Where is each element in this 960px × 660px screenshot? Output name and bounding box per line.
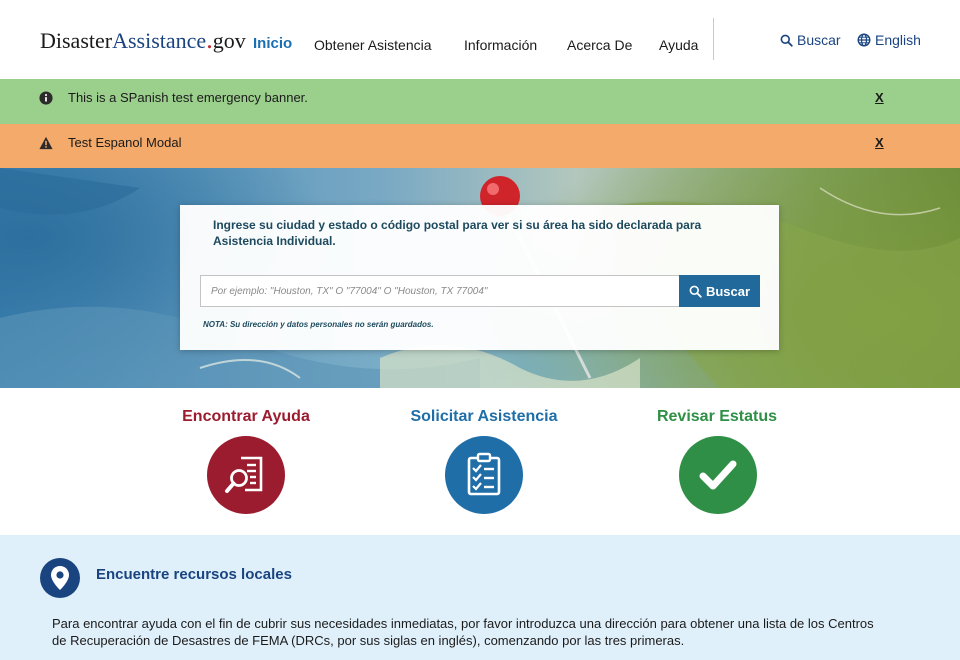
emergency-banner-close-button[interactable]: X — [875, 90, 884, 105]
nav-inicio[interactable]: Inicio — [253, 35, 292, 53]
clipboard-checklist-icon — [467, 452, 501, 496]
header-search-link[interactable]: Buscar — [780, 31, 841, 49]
address-search-input[interactable] — [200, 275, 680, 307]
quick-link-solicitar-asistencia[interactable]: Solicitar Asistencia — [374, 407, 594, 427]
magnifier-document-icon — [225, 456, 263, 493]
logo-text-gov: gov — [212, 28, 246, 53]
disaster-search-prompt: Ingrese su ciudad y estado o código post… — [213, 218, 702, 248]
nav-acerca-de[interactable]: Acerca De — [567, 36, 632, 54]
nav-obtener-asistencia[interactable]: Obtener Asistencia — [314, 36, 432, 54]
local-resources-section: Encuentre recursos locales Para encontra… — [0, 535, 960, 660]
logo-text-disaster: Disaster — [40, 28, 113, 53]
map-pin-icon — [51, 566, 69, 590]
address-search-button-label: Buscar — [705, 283, 751, 299]
quick-link-revisar-estatus[interactable]: Revisar Estatus — [607, 407, 827, 427]
search-icon — [780, 34, 793, 47]
nav-informacion[interactable]: Información — [464, 36, 537, 54]
checkmark-icon — [699, 460, 737, 490]
modal-banner-close-button[interactable]: X — [875, 135, 884, 150]
local-resources-description: Para encontrar ayuda con el fin de cubri… — [52, 616, 874, 648]
globe-icon — [857, 33, 871, 47]
language-label: English — [875, 32, 921, 48]
language-toggle[interactable]: English — [857, 31, 921, 49]
apply-assistance-button[interactable] — [445, 436, 523, 514]
address-search-button[interactable]: Buscar — [679, 275, 760, 307]
header-search-label: Buscar — [797, 32, 841, 48]
nav-divider — [713, 18, 714, 60]
emergency-banner-text: This is a SPanish test emergency banner. — [68, 90, 308, 105]
nav-ayuda[interactable]: Ayuda — [659, 36, 698, 54]
site-header: DisasterAssistance.gov Inicio Obtener As… — [0, 0, 960, 79]
find-help-button[interactable] — [207, 436, 285, 514]
disaster-search-card: Ingrese su ciudad y estado o código post… — [180, 205, 779, 350]
check-status-button[interactable] — [679, 436, 757, 514]
modal-banner-text: Test Espanol Modal — [68, 135, 182, 150]
privacy-note: NOTA: Su dirección y datos personales no… — [203, 320, 434, 329]
local-resources-pin — [40, 558, 80, 598]
modal-banner: Test Espanol Modal X — [0, 124, 960, 168]
search-icon — [689, 285, 702, 298]
warning-triangle-icon — [39, 136, 53, 150]
local-resources-title: Encuentre recursos locales — [96, 566, 292, 583]
emergency-banner: This is a SPanish test emergency banner.… — [0, 79, 960, 124]
logo-text-assistance: Assistance — [112, 28, 207, 53]
info-circle-icon — [39, 91, 53, 105]
site-logo[interactable]: DisasterAssistance.gov — [40, 27, 246, 53]
quick-link-encontrar-ayuda[interactable]: Encontrar Ayuda — [136, 407, 356, 427]
